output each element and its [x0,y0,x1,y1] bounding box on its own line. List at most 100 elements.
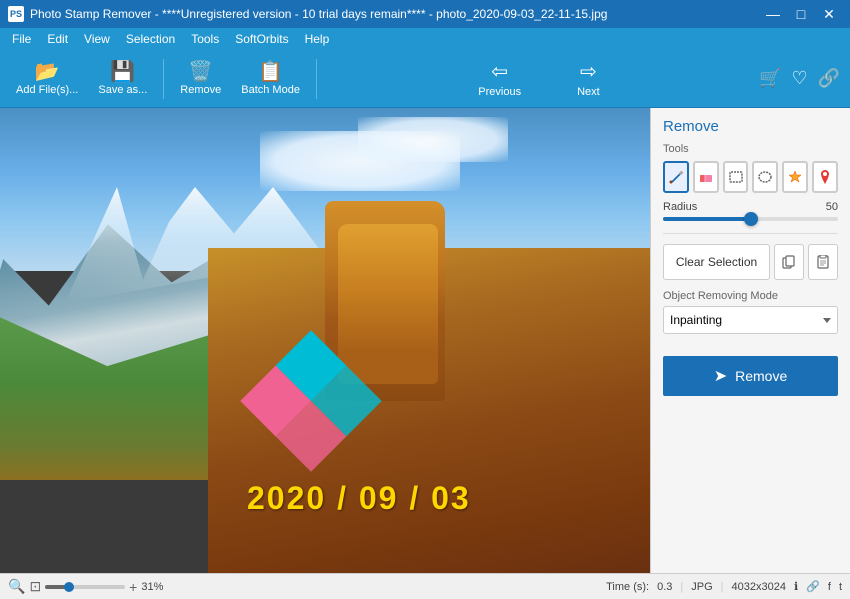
date-watermark: 2020 / 09 / 03 [247,480,471,517]
clear-selection-row: Clear Selection [663,244,838,280]
next-label: Next [577,86,600,98]
zoom-out-button[interactable]: 🔍 [8,578,25,595]
zoom-percent: 31% [141,581,163,593]
clear-selection-button[interactable]: Clear Selection [663,244,770,280]
panel-remove-section: Remove Tools [651,108,850,356]
radius-slider-container [663,217,838,221]
batch-mode-button[interactable]: 📋 Batch Mode [233,58,308,100]
remove-btn-section: ➤ Remove [651,356,850,408]
toolbar: 📂 Add File(s)... 💾 Save as... 🗑️ Remove … [0,50,850,108]
tools-row [663,161,838,193]
toolbar-sep-1 [163,59,164,99]
smart-tool-button[interactable] [782,161,808,193]
radius-label: Radius [663,201,697,213]
brush-icon [668,169,684,185]
remove-btn-label: Remove [735,368,787,384]
zoom-in-button[interactable]: + [129,579,137,595]
copy-icon [782,255,796,269]
pin-icon [817,169,833,185]
image-area[interactable]: 2020 / 09 / 03 [0,108,650,573]
diamond-logo [240,330,381,471]
panel-title: Remove [663,118,838,135]
logo-watermark [241,331,381,471]
title-bar: PS Photo Stamp Remover - ****Unregistere… [0,0,850,28]
info-icon[interactable]: ℹ [794,580,798,593]
status-sep-2: | [721,581,724,593]
tools-label: Tools [663,143,838,155]
toolbar-sep-2 [316,59,317,99]
next-arrow-icon: ⇨ [580,59,597,84]
batch-icon: 📋 [258,62,283,82]
toolbar-nav: ⇦ Previous ⇨ Next [470,57,607,100]
radius-slider[interactable] [663,217,838,221]
menu-bar: File Edit View Selection Tools SoftOrbit… [0,28,850,50]
close-button[interactable]: ✕ [816,4,842,24]
pin-tool-button[interactable] [812,161,838,193]
ellipse-icon [757,169,773,185]
status-right: Time (s): 0.3 | JPG | 4032x3024 ℹ 🔗 f t [606,580,842,593]
zoom-fit-button[interactable]: ⊡ [29,578,41,595]
next-button[interactable]: ⇨ Next [569,57,608,100]
previous-label: Previous [478,86,521,98]
save-as-label: Save as... [98,84,147,96]
remove-action-button[interactable]: ➤ Remove [663,356,838,396]
smart-icon [787,169,803,185]
menu-edit[interactable]: Edit [39,30,76,48]
slider-fill [663,217,751,221]
remove-icon: 🗑️ [188,62,213,82]
favorite-icon[interactable]: ♡ [789,66,809,91]
title-bar-left: PS Photo Stamp Remover - ****Unregistere… [8,6,607,22]
paste-icon [816,255,830,269]
paste-selection-button[interactable] [808,244,838,280]
rect-icon [728,169,744,185]
status-sep-1: | [680,581,683,593]
cloud-layer-2 [358,117,508,162]
status-bar: 🔍 ⊡ + 31% Time (s): 0.3 | JPG | 4032x302… [0,573,850,599]
facebook-icon[interactable]: f [828,581,831,593]
main-content: 2020 / 09 / 03 Remove Tools [0,108,850,573]
brush-tool-button[interactable] [663,161,689,193]
share-icon[interactable]: 🔗 [816,66,842,91]
menu-file[interactable]: File [4,30,39,48]
batch-mode-label: Batch Mode [241,84,300,96]
eraser-tool-button[interactable] [693,161,719,193]
cart-icon[interactable]: 🛒 [757,66,783,91]
twitter-icon[interactable]: t [839,581,842,593]
add-files-icon: 📂 [35,62,60,82]
add-files-button[interactable]: 📂 Add File(s)... [8,58,86,100]
menu-view[interactable]: View [76,30,118,48]
prev-arrow-icon: ⇦ [491,59,508,84]
rect-tool-button[interactable] [723,161,749,193]
save-as-button[interactable]: 💾 Save as... [90,58,155,100]
ellipse-tool-button[interactable] [752,161,778,193]
menu-help[interactable]: Help [297,30,338,48]
status-left: 🔍 ⊡ + 31% [8,578,598,595]
object-mode-label: Object Removing Mode [663,290,838,302]
toolbar-right: 🛒 ♡ 🔗 [757,66,842,91]
slider-thumb[interactable] [744,212,758,226]
save-icon: 💾 [110,62,135,82]
remove-button[interactable]: 🗑️ Remove [172,58,229,100]
maximize-button[interactable]: □ [788,4,814,24]
panel-divider [663,233,838,234]
menu-tools[interactable]: Tools [183,30,227,48]
time-label: Time (s): [606,581,649,593]
window-controls: — □ ✕ [760,4,842,24]
share-status-icon[interactable]: 🔗 [806,580,820,593]
app-icon: PS [8,6,24,22]
toolbar-middle: 🗑️ Remove 📋 Batch Mode [172,58,308,100]
copy-selection-button[interactable] [774,244,804,280]
image-dimensions: 4032x3024 [732,581,786,593]
zoom-thumb[interactable] [64,582,74,592]
title-text: Photo Stamp Remover - ****Unregistered v… [30,7,607,21]
menu-softorbits[interactable]: SoftOrbits [227,30,296,48]
remove-label: Remove [180,84,221,96]
file-format: JPG [691,581,712,593]
mode-select[interactable]: Inpainting Content Aware Patch Match [663,306,838,334]
zoom-slider[interactable] [45,585,125,589]
minimize-button[interactable]: — [760,4,786,24]
menu-selection[interactable]: Selection [118,30,183,48]
previous-button[interactable]: ⇦ Previous [470,57,529,100]
remove-btn-arrow: ➤ [714,366,727,386]
eraser-icon [698,169,714,185]
